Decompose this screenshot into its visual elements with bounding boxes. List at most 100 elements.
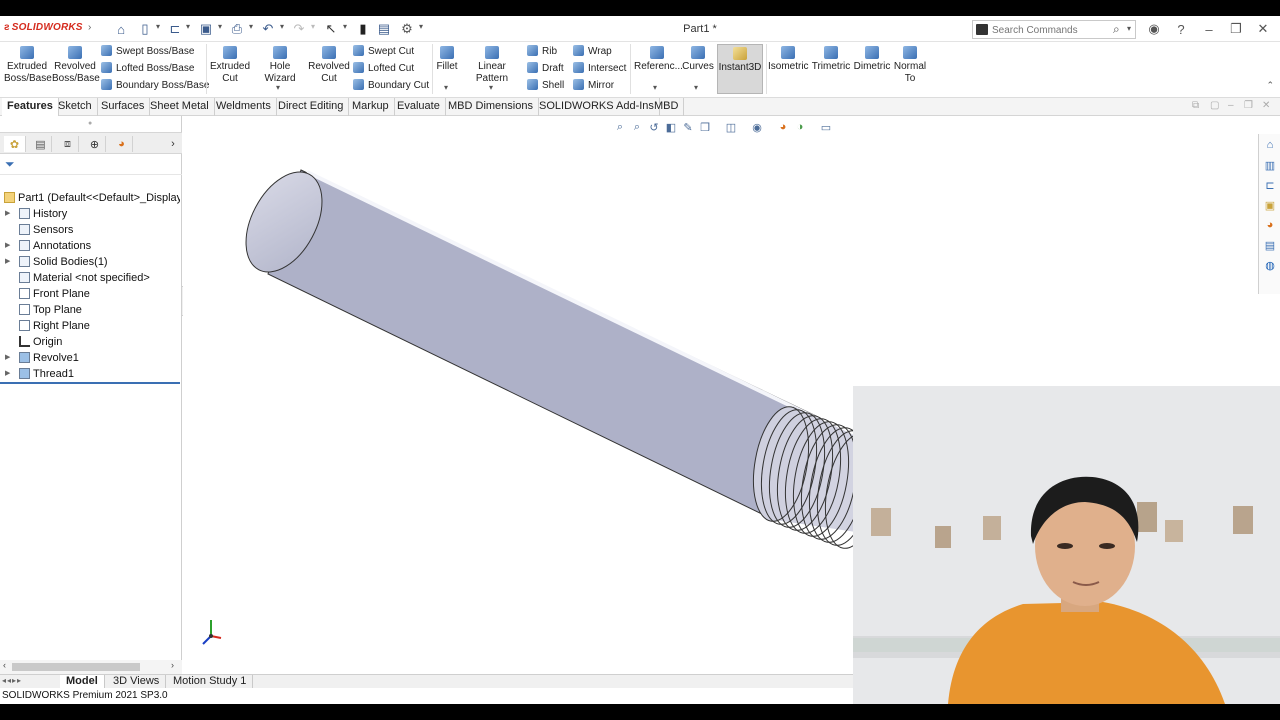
revolved-cut-button[interactable]: Revolved Cut	[308, 46, 350, 85]
instant3d-button[interactable]: Instant3D	[717, 44, 763, 94]
close-window-icon[interactable]: ✕	[1254, 20, 1272, 38]
tree-item-thread1[interactable]: ▶ Thread1	[0, 366, 180, 382]
tree-item-origin[interactable]: Origin	[0, 334, 180, 350]
traffic-light-icon[interactable]: ▮	[354, 20, 372, 38]
dimxpertmanager-icon[interactable]: ⊕	[84, 136, 106, 152]
tab-3d-views[interactable]: 3D Views	[107, 675, 167, 689]
file-explorer-icon[interactable]: ⊏	[1263, 178, 1277, 192]
design-library-icon[interactable]: ▥	[1263, 158, 1277, 172]
doc-minimize-icon[interactable]: –	[1228, 100, 1234, 111]
expand-arrow-icon[interactable]: ▶	[5, 254, 10, 270]
open-dropdown-icon[interactable]: ▾	[186, 22, 190, 31]
search-commands-box[interactable]: ⌕ ▾	[972, 20, 1136, 39]
appearances-icon[interactable]: ◕	[1263, 218, 1277, 232]
expand-arrow-icon[interactable]: ▶	[5, 366, 10, 382]
save-icon[interactable]: ▣	[197, 20, 215, 38]
tree-item-sensors[interactable]: Sensors	[0, 222, 180, 238]
extruded-boss-button[interactable]: Extruded Boss/Base	[4, 46, 52, 85]
home-icon[interactable]: ⌂	[112, 20, 130, 38]
mirror-button[interactable]: Mirror	[573, 79, 614, 93]
custom-properties-icon[interactable]: ▤	[1263, 238, 1277, 252]
tab-model[interactable]: Model	[60, 675, 105, 689]
hole-wizard-button[interactable]: Hole Wizard	[254, 46, 306, 85]
scroll-left-icon[interactable]: ‹	[3, 660, 6, 670]
tab-surfaces[interactable]: Surfaces	[96, 98, 151, 116]
expand-arrow-icon[interactable]: ▶	[5, 238, 10, 254]
expand-arrow-icon[interactable]: ▶	[5, 206, 10, 222]
solidworks-forum-icon[interactable]: ◍	[1263, 258, 1277, 272]
tile-window-icon[interactable]: ⧉	[1192, 100, 1199, 111]
tree-item-top-plane[interactable]: Top Plane	[0, 302, 180, 318]
threaded-shaft-model[interactable]	[230, 159, 888, 552]
hole-wizard-dropdown-icon[interactable]: ▾	[276, 83, 280, 92]
reference-geometry-button[interactable]: Referenc...	[634, 46, 683, 73]
reference-dropdown-icon[interactable]: ▾	[653, 83, 657, 92]
tree-item-solid-bodies[interactable]: ▶ Solid Bodies(1)	[0, 254, 180, 270]
fillet-dropdown-icon[interactable]: ▾	[444, 83, 448, 92]
shell-button[interactable]: Shell	[527, 79, 564, 93]
tree-item-material[interactable]: Material <not specified>	[0, 270, 180, 286]
expand-arrow-icon[interactable]: ▶	[5, 350, 10, 366]
options-dropdown-icon[interactable]: ▾	[419, 22, 423, 31]
print-dropdown-icon[interactable]: ▾	[249, 22, 253, 31]
restore-window-icon[interactable]: ❐	[1227, 20, 1245, 38]
lofted-boss-button[interactable]: Lofted Boss/Base	[101, 62, 194, 76]
tree-horizontal-scrollbar[interactable]: ‹ ›	[0, 660, 182, 674]
redo-dropdown-icon[interactable]: ▾	[311, 22, 315, 31]
boundary-cut-button[interactable]: Boundary Cut	[353, 79, 429, 93]
tab-mbd[interactable]: MBD	[649, 98, 685, 116]
search-dropdown-icon[interactable]: ▾	[1127, 24, 1131, 33]
swept-boss-button[interactable]: Swept Boss/Base	[101, 45, 194, 59]
filter-funnel-icon[interactable]: ⏷	[5, 157, 15, 172]
rib-button[interactable]: Rib	[527, 45, 557, 59]
tree-root-part[interactable]: Part1 (Default<<Default>_Display S	[0, 190, 180, 206]
configurationmanager-icon[interactable]: ⧈	[57, 136, 79, 152]
redo-icon[interactable]: ↷	[290, 20, 308, 38]
undo-icon[interactable]: ↶	[259, 20, 277, 38]
tab-scroll-arrows-icon[interactable]: ◂◂▸▸	[2, 676, 22, 685]
wrap-button[interactable]: Wrap	[573, 45, 612, 59]
minimize-icon[interactable]: –	[1200, 20, 1218, 38]
lofted-cut-button[interactable]: Lofted Cut	[353, 62, 414, 76]
intersect-button[interactable]: Intersect	[573, 62, 626, 76]
fillet-button[interactable]: Fillet	[435, 46, 459, 73]
open-folder-icon[interactable]: ⊏	[166, 20, 184, 38]
menu-expand-icon[interactable]: ›	[88, 22, 91, 33]
displaymanager-icon[interactable]: ◕	[111, 136, 133, 152]
tree-item-annotations[interactable]: ▶ Annotations	[0, 238, 180, 254]
swept-cut-button[interactable]: Swept Cut	[353, 45, 414, 59]
tab-evaluate[interactable]: Evaluate	[392, 98, 446, 116]
draft-button[interactable]: Draft	[527, 62, 564, 76]
extruded-cut-button[interactable]: Extruded Cut	[208, 46, 252, 85]
print-icon[interactable]: ⎙	[228, 20, 246, 38]
tab-features[interactable]: Features	[2, 98, 59, 116]
expand-tabs-icon[interactable]: ›	[162, 136, 184, 152]
new-document-icon[interactable]: ▯	[136, 20, 154, 38]
isometric-view-button[interactable]: Isometric	[768, 46, 809, 73]
tree-item-history[interactable]: ▶ History	[0, 206, 180, 222]
tree-filter-bar[interactable]: ⏷	[0, 155, 182, 175]
rollback-bar[interactable]	[0, 382, 180, 384]
new-dropdown-icon[interactable]: ▾	[156, 22, 160, 31]
normal-to-button[interactable]: Normal To	[893, 46, 927, 85]
tab-mbd-dimensions[interactable]: MBD Dimensions	[443, 98, 539, 116]
tab-weldments[interactable]: Weldments	[211, 98, 277, 116]
doc-restore-icon[interactable]: ❐	[1244, 100, 1253, 111]
tab-sheet-metal[interactable]: Sheet Metal	[145, 98, 215, 116]
user-account-icon[interactable]: ◉	[1145, 20, 1163, 38]
scroll-right-icon[interactable]: ›	[171, 660, 174, 670]
curves-button[interactable]: Curves	[682, 46, 714, 73]
options-gear-icon[interactable]: ⚙	[398, 20, 416, 38]
tree-item-revolve1[interactable]: ▶ Revolve1	[0, 350, 180, 366]
linear-pattern-dropdown-icon[interactable]: ▾	[489, 83, 493, 92]
propertymanager-icon[interactable]: ▤	[30, 136, 52, 152]
search-input[interactable]	[992, 23, 1110, 37]
tab-markup[interactable]: Markup	[347, 98, 395, 116]
doc-window-icon[interactable]: ▢	[1210, 100, 1219, 111]
panel-grip-icon[interactable]: ●	[88, 120, 92, 127]
help-icon[interactable]: ?	[1172, 20, 1190, 38]
tab-motion-study-1[interactable]: Motion Study 1	[167, 675, 254, 689]
tree-item-right-plane[interactable]: Right Plane	[0, 318, 180, 334]
boundary-boss-button[interactable]: Boundary Boss/Base	[101, 79, 209, 93]
select-dropdown-icon[interactable]: ▾	[343, 22, 347, 31]
